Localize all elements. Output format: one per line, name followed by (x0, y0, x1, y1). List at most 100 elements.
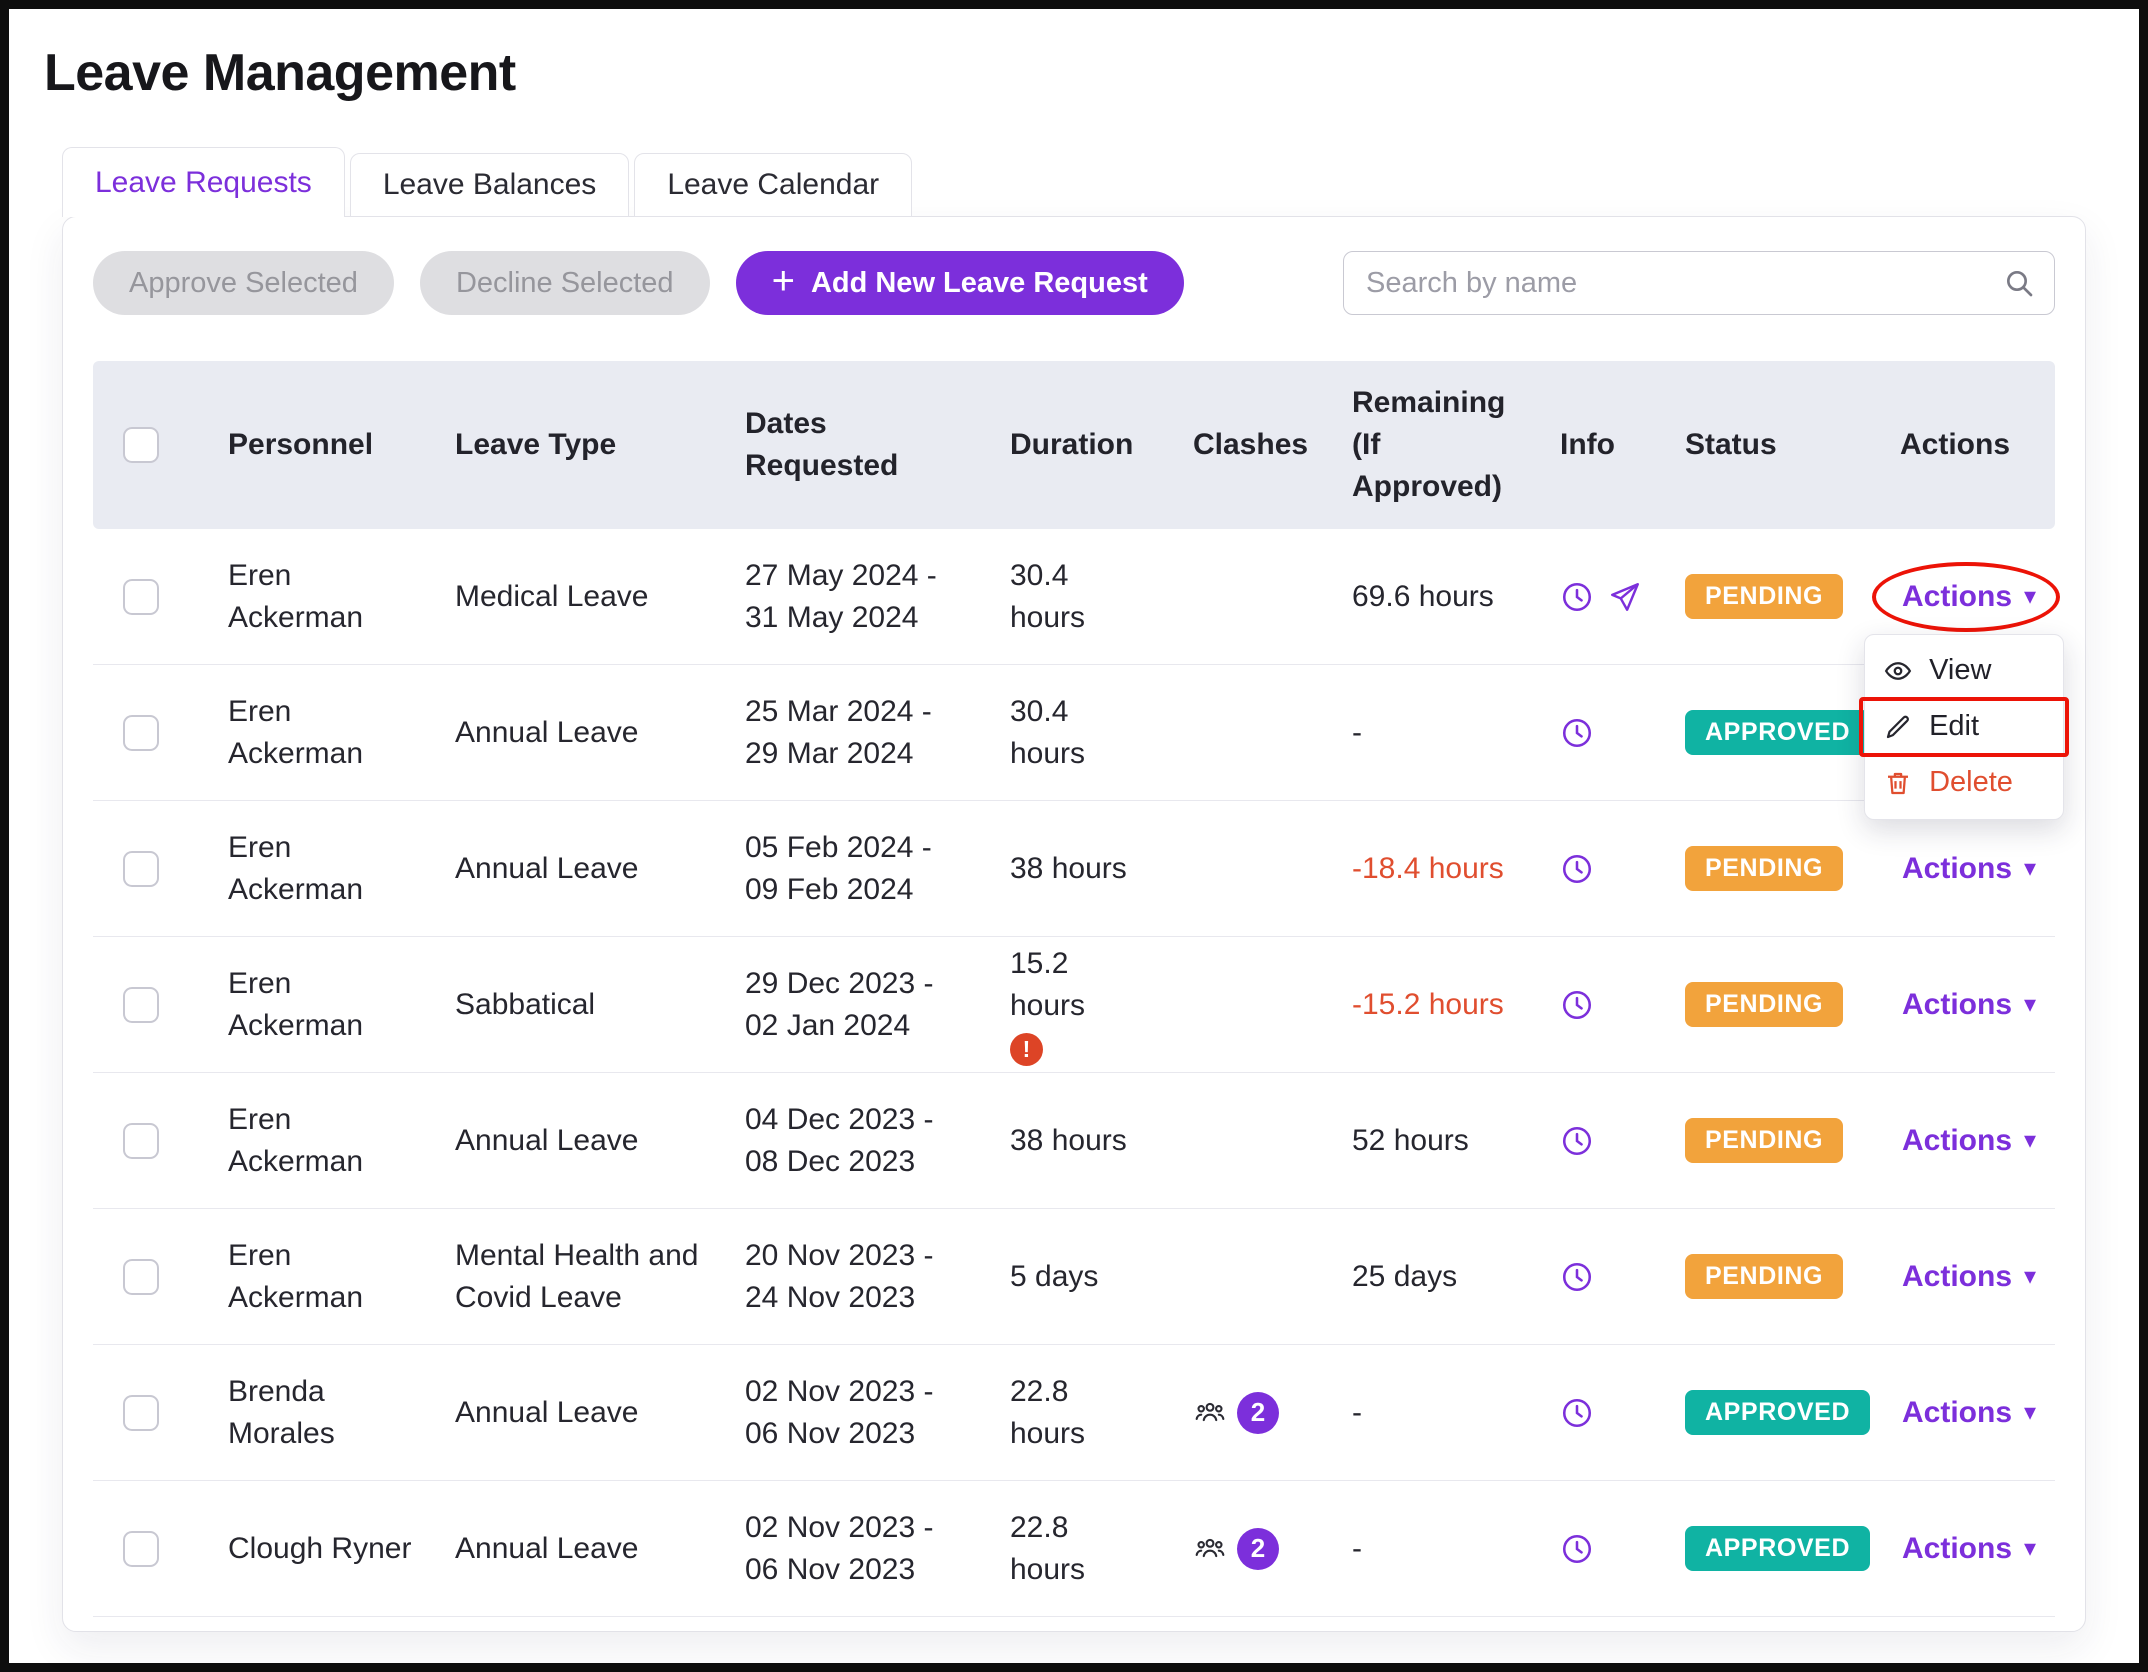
info-cell (1560, 716, 1685, 750)
row-checkbox[interactable] (123, 1531, 159, 1567)
leave-requests-panel: Approve Selected Decline Selected + Add … (62, 216, 2086, 1632)
actions-button[interactable]: Actions ▾ (1900, 1528, 2038, 1570)
add-leave-request-button[interactable]: + Add New Leave Request (736, 251, 1184, 315)
row-checkbox[interactable] (123, 1259, 159, 1295)
table-row: Eren Ackerman Mental Health and Covid Le… (93, 1209, 2055, 1345)
trash-icon (1883, 768, 1913, 798)
status-badge: APPROVED (1685, 1526, 1870, 1571)
actions-button[interactable]: Actions ▾ (1900, 1120, 2038, 1162)
tab-leave-requests[interactable]: Leave Requests (62, 147, 345, 217)
actions-button-label: Actions (1902, 988, 2012, 1022)
chevron-down-icon: ▾ (2024, 1401, 2036, 1425)
row-checkbox[interactable] (123, 987, 159, 1023)
leave-type-cell: Medical Leave (455, 576, 745, 618)
status-cell: PENDING (1685, 982, 1900, 1027)
select-all-checkbox[interactable] (123, 427, 159, 463)
leave-type-cell: Annual Leave (455, 1528, 745, 1570)
actions-cell: Actions ▾ (1900, 848, 2066, 890)
actions-cell: Actions ▾ (1900, 1392, 2066, 1434)
personnel-cell: Eren Ackerman (228, 691, 455, 775)
actions-button[interactable]: Actions ▾ (1900, 984, 2038, 1026)
actions-button-label: Actions (1902, 1396, 2012, 1430)
chevron-down-icon: ▾ (2024, 1265, 2036, 1289)
status-badge: PENDING (1685, 1118, 1843, 1163)
status-cell: PENDING (1685, 1254, 1900, 1299)
remaining-cell: -18.4 hours (1352, 848, 1560, 890)
duration-cell: 38 hours (1010, 848, 1127, 890)
clashes-cell[interactable]: 2 (1193, 1528, 1352, 1570)
actions-button[interactable]: Actions ▾ (1900, 848, 2038, 890)
leave-type-cell: Sabbatical (455, 984, 745, 1026)
table-header-row: Personnel Leave Type Dates Requested Dur… (93, 361, 2055, 529)
duration-cell: 38 hours (1010, 1120, 1127, 1162)
tab-bar: Leave Requests Leave Balances Leave Cale… (62, 147, 2139, 217)
clock-icon[interactable] (1560, 580, 1594, 614)
menu-item-view-label: View (1929, 650, 1991, 691)
header-actions: Actions (1900, 424, 2055, 466)
clock-icon[interactable] (1560, 1124, 1594, 1158)
header-dates-requested: Dates Requested (745, 403, 1010, 487)
personnel-cell: Eren Ackerman (228, 1099, 455, 1183)
actions-button[interactable]: Actions ▾ (1900, 1256, 2038, 1298)
dates-cell: 04 Dec 2023 - 08 Dec 2023 (745, 1099, 1010, 1183)
remaining-cell: - (1352, 712, 1560, 754)
info-cell (1560, 1124, 1685, 1158)
warning-icon[interactable]: ! (1010, 1033, 1043, 1066)
search-input[interactable] (1343, 251, 2055, 315)
info-cell (1560, 580, 1685, 614)
clashes-cell[interactable]: 2 (1193, 1392, 1352, 1434)
actions-dropdown-menu: View Edit Delete (1864, 634, 2064, 820)
actions-cell: Actions ▾ (1900, 1528, 2066, 1570)
clash-count-badge: 2 (1237, 1528, 1279, 1570)
chevron-down-icon: ▾ (2024, 1537, 2036, 1561)
table-row: Eren Ackerman Annual Leave 04 Dec 2023 -… (93, 1073, 2055, 1209)
clock-icon[interactable] (1560, 988, 1594, 1022)
add-leave-request-label: Add New Leave Request (811, 267, 1148, 300)
actions-cell: Actions ▾ (1900, 1256, 2066, 1298)
leave-type-cell: Annual Leave (455, 848, 745, 890)
remaining-cell: 25 days (1352, 1256, 1560, 1298)
tab-leave-balances[interactable]: Leave Balances (350, 153, 630, 217)
row-checkbox[interactable] (123, 715, 159, 751)
leave-type-cell: Mental Health and Covid Leave (455, 1235, 745, 1319)
personnel-cell: Eren Ackerman (228, 827, 455, 911)
menu-item-view[interactable]: View (1865, 643, 2063, 699)
decline-selected-button[interactable]: Decline Selected (420, 251, 710, 315)
table-row: Eren Ackerman Annual Leave 05 Feb 2024 -… (93, 801, 2055, 937)
row-checkbox[interactable] (123, 579, 159, 615)
menu-item-edit[interactable]: Edit (1865, 699, 2063, 755)
remaining-cell: - (1352, 1528, 1560, 1570)
dates-cell: 02 Nov 2023 - 06 Nov 2023 (745, 1371, 1010, 1455)
row-checkbox[interactable] (123, 851, 159, 887)
actions-button[interactable]: Actions ▾ (1900, 1392, 2038, 1434)
clock-icon[interactable] (1560, 716, 1594, 750)
status-badge: APPROVED (1685, 710, 1870, 755)
clock-icon[interactable] (1560, 1532, 1594, 1566)
approve-selected-button[interactable]: Approve Selected (93, 251, 394, 315)
menu-item-delete[interactable]: Delete (1865, 755, 2063, 811)
tab-leave-calendar[interactable]: Leave Calendar (634, 153, 912, 217)
header-duration: Duration (1010, 424, 1193, 466)
toolbar: Approve Selected Decline Selected + Add … (93, 251, 2055, 315)
plane-icon[interactable] (1608, 580, 1642, 614)
actions-button[interactable]: Actions ▾ (1900, 576, 2038, 618)
pencil-icon (1883, 712, 1913, 742)
actions-cell: Actions ▾ (1900, 984, 2066, 1026)
clock-icon[interactable] (1560, 1396, 1594, 1430)
personnel-cell: Brenda Morales (228, 1371, 455, 1455)
remaining-cell: - (1352, 1392, 1560, 1434)
search-icon[interactable] (2003, 267, 2035, 299)
row-checkbox[interactable] (123, 1395, 159, 1431)
duration-cell: 15.2 hours (1010, 943, 1148, 1027)
leave-type-cell: Annual Leave (455, 1120, 745, 1162)
header-leave-type: Leave Type (455, 424, 745, 466)
table-row: Clough Ryner Annual Leave 02 Nov 2023 - … (93, 1481, 2055, 1617)
remaining-cell: 69.6 hours (1352, 576, 1560, 618)
dates-cell: 25 Mar 2024 - 29 Mar 2024 (745, 691, 1010, 775)
clock-icon[interactable] (1560, 852, 1594, 886)
menu-item-edit-label: Edit (1929, 706, 1979, 747)
chevron-down-icon: ▾ (2024, 857, 2036, 881)
row-checkbox[interactable] (123, 1123, 159, 1159)
clock-icon[interactable] (1560, 1260, 1594, 1294)
header-remaining: Remaining (If Approved) (1352, 382, 1560, 508)
